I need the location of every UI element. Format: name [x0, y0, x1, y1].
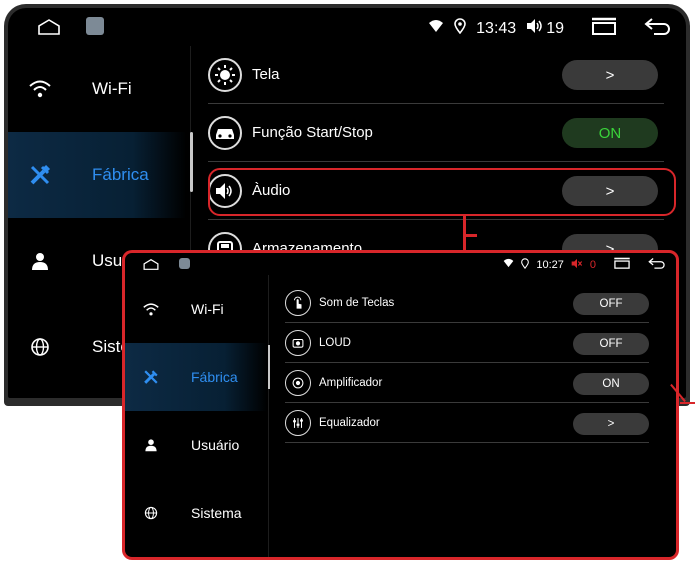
sidebar-item-label: Usuário: [191, 437, 240, 453]
list-item-start-stop[interactable]: Função Start/Stop ON: [208, 104, 664, 162]
loud-icon: [285, 329, 311, 356]
user-icon: [125, 438, 169, 452]
wifi-status-icon: [503, 258, 514, 271]
amplifier-toggle[interactable]: ON: [573, 373, 649, 395]
settings-app-icon[interactable]: [179, 258, 190, 269]
volume-level: 19: [546, 19, 564, 37]
car-icon: [208, 115, 242, 150]
list-item-som-de-teclas[interactable]: Som de Teclas OFF: [285, 283, 649, 323]
location-icon: [454, 18, 466, 39]
settings-sidebar: Wi-Fi Fábrica Usuário Sistema: [125, 275, 267, 557]
list-item-label: Som de Teclas: [319, 296, 395, 309]
volume-muted-icon: [571, 258, 583, 272]
sidebar-item-label: Wi-Fi: [92, 79, 132, 98]
key-sound-toggle[interactable]: OFF: [573, 293, 649, 315]
sidebar-item-label: Sistema: [191, 505, 242, 521]
audio-zoom-screen: 10:27 0 Wi-Fi Fábrica Usuário Sistema So…: [122, 250, 679, 560]
list-item-label: Amplificador: [319, 376, 383, 389]
chevron-right-button[interactable]: >: [562, 60, 658, 90]
sidebar-item-label: Fábrica: [92, 165, 149, 184]
volume-level: 0: [589, 258, 596, 271]
sidebar-item-wifi[interactable]: Wi-Fi: [125, 275, 267, 343]
tools-icon: [8, 164, 62, 186]
sidebar-item-label: Siste: [92, 337, 130, 356]
list-item-tela[interactable]: Tela >: [208, 46, 664, 104]
status-bar: 10:27 0: [125, 253, 676, 275]
list-item-amplificador[interactable]: Amplificador ON: [285, 363, 649, 403]
back-icon[interactable]: [648, 257, 666, 272]
list-item-label: LOUD: [319, 336, 351, 349]
amplifier-icon: [285, 369, 311, 396]
clock-text: 13:43: [476, 19, 517, 37]
status-bar: 13:43 19: [8, 8, 686, 44]
back-icon[interactable]: [644, 17, 672, 40]
home-icon[interactable]: [38, 19, 60, 40]
wifi-icon: [125, 302, 169, 316]
audio-highlight-frame: [208, 168, 676, 216]
clock-text: 10:27: [536, 258, 564, 271]
loud-toggle[interactable]: OFF: [573, 333, 649, 355]
tools-icon: [125, 369, 169, 385]
globe-icon: [125, 506, 169, 520]
sidebar-item-fabrica[interactable]: Fábrica: [8, 132, 186, 218]
start-stop-toggle[interactable]: ON: [562, 118, 658, 148]
wifi-icon: [8, 80, 62, 98]
sidebar-item-label: Wi-Fi: [191, 301, 224, 317]
recent-apps-icon[interactable]: [590, 17, 618, 40]
touch-icon: [285, 289, 311, 316]
list-item-loud[interactable]: LOUD OFF: [285, 323, 649, 363]
equalizer-icon: [285, 409, 311, 436]
active-indicator: [268, 345, 270, 389]
sidebar-item-fabrica[interactable]: Fábrica: [125, 343, 267, 411]
list-item-equalizador[interactable]: Equalizador >: [285, 403, 649, 443]
sidebar-separator: [268, 275, 269, 557]
sidebar-item-wifi[interactable]: Wi-Fi: [8, 46, 186, 132]
location-icon: [521, 257, 530, 272]
brightness-icon: [208, 57, 242, 92]
callout-connector-h: [463, 234, 477, 237]
list-item-label: Equalizador: [319, 416, 380, 429]
user-icon: [8, 251, 62, 271]
globe-icon: [8, 337, 62, 357]
wifi-status-icon: [428, 19, 444, 38]
settings-app-icon[interactable]: [86, 17, 104, 35]
callout-pointer: [680, 402, 695, 404]
sidebar-item-sistema[interactable]: Sistema: [125, 479, 267, 547]
chevron-right-button[interactable]: >: [573, 413, 649, 435]
list-item-label: Tela: [252, 66, 280, 83]
sidebar-item-label: Fábrica: [191, 369, 238, 385]
home-icon[interactable]: [143, 258, 159, 273]
list-item-label: Função Start/Stop: [252, 124, 373, 141]
recent-apps-icon[interactable]: [613, 257, 631, 272]
active-indicator: [190, 132, 193, 192]
volume-icon: [526, 18, 544, 39]
sidebar-item-usuario[interactable]: Usuário: [125, 411, 267, 479]
audio-settings-list: Som de Teclas OFF LOUD OFF Amplificador …: [285, 283, 649, 443]
settings-list: Tela > Função Start/Stop ON Àudio > Arma…: [208, 46, 664, 278]
